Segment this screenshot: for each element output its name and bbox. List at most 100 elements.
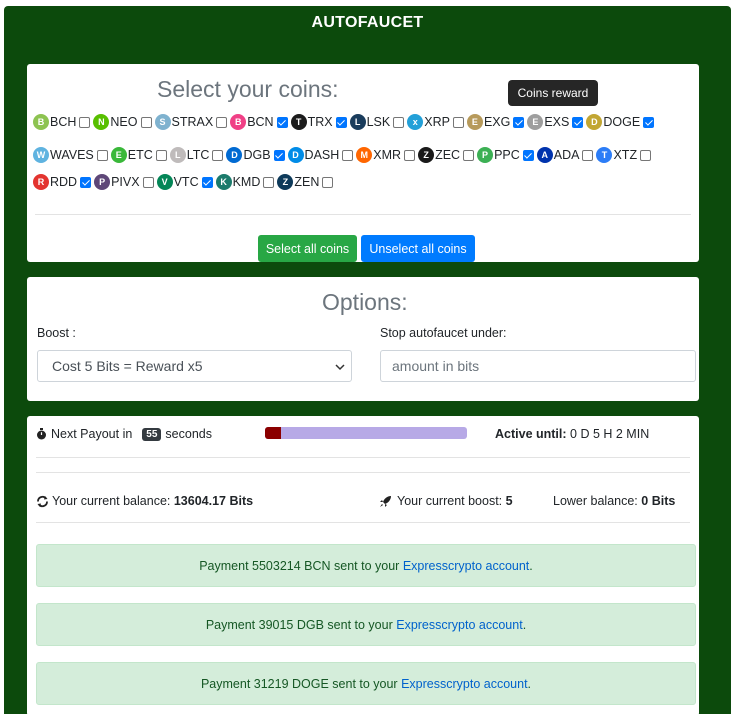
pivx-checkbox[interactable] [142,176,154,188]
xrp-checkbox[interactable] [452,116,464,128]
payment-text: Payment 31219 DOGE sent to your [200,676,398,691]
ppc-coin-icon: P [477,147,494,163]
coin-option-doge[interactable]: D DOGE [586,114,657,130]
dash-coin-icon: D [287,147,304,163]
coin-option-etc[interactable]: E ETC [110,147,170,163]
lower-balance: Lower balance: 0 Bits [553,494,675,508]
coin-option-lsk[interactable]: L LSK [349,114,408,130]
coin-option-ltc[interactable]: L LTC [169,147,227,163]
lsk-checkbox[interactable] [393,116,405,128]
ltc-checkbox[interactable] [212,149,224,161]
strax-checkbox[interactable] [216,116,228,128]
coin-option-dgb[interactable]: D DGB [226,147,287,163]
doge-checkbox[interactable] [643,116,655,128]
coin-label: ZEN [294,175,320,189]
coin-option-dash[interactable]: D DASH [287,147,357,163]
coin-option-bch[interactable]: B BCH [33,114,93,130]
coin-option-kmd[interactable]: K KMD [215,174,278,190]
coin-option-neo[interactable]: N NEO [93,114,154,130]
ada-checkbox[interactable] [582,149,594,161]
select-all-coins-button[interactable]: Select all coins [258,235,357,262]
expresscrypto-account-link[interactable]: Expresscrypto account [403,559,529,573]
bch-coin-icon: B [33,114,49,130]
exs-checkbox[interactable] [572,116,584,128]
coin-option-xtz[interactable]: T XTZ [596,147,654,163]
coin-label: ZEC [435,148,461,162]
coin-option-trx[interactable]: T TRX [290,114,350,130]
xmr-checkbox[interactable] [404,149,416,161]
coin-option-rdd[interactable]: R RDD [33,174,94,190]
lower-balance-label: Lower balance: [553,494,638,508]
coin-label: XTZ [613,148,638,162]
payment-alert: Payment 39015 DGB sent to your Expresscr… [36,603,696,646]
bch-checkbox[interactable] [79,116,91,128]
dash-checkbox[interactable] [342,149,354,161]
trx-coin-icon: T [290,114,307,130]
exg-checkbox[interactable] [513,116,525,128]
coin-option-bcn[interactable]: B BCN [230,114,290,130]
coin-label: BCN [247,115,274,129]
divider [36,522,690,523]
expresscrypto-account-link[interactable]: Expresscrypto account [396,618,522,632]
coin-option-zen[interactable]: Z ZEN [277,174,336,190]
coin-option-strax[interactable]: S STRAX [154,114,231,130]
trx-checkbox[interactable] [335,116,347,128]
etc-checkbox[interactable] [155,149,167,161]
coin-row: W WAVES E ETC L LTC D DGB D DASH M XMR Z ZEC P PPC A ADA T… [33,146,654,164]
coin-label: BCH [50,115,77,129]
coin-label: DOGE [603,115,641,129]
kmd-checkbox[interactable] [263,176,275,188]
lower-balance-value: 0 Bits [641,494,676,508]
waves-checkbox[interactable] [96,149,108,161]
ada-coin-icon: A [536,147,553,163]
coin-label: PIVX [111,175,140,189]
dgb-coin-icon: D [226,147,243,163]
coin-option-waves[interactable]: W WAVES [33,147,111,163]
seconds-label: seconds [165,427,212,441]
coin-label: LTC [186,148,210,162]
zen-coin-icon: Z [277,174,294,190]
coin-label: XMR [373,148,402,162]
coin-label: DASH [304,148,340,162]
coin-option-exg[interactable]: E EXG [466,114,527,130]
xtz-checkbox[interactable] [640,149,652,161]
expresscrypto-account-link[interactable]: Expresscrypto account [401,677,527,691]
waves-coin-icon: W [33,147,49,163]
coins-card: Select your coins: B BCH N NEO S STRAX B BCN T TR… [27,64,699,262]
coin-option-vtc[interactable]: V VTC [156,174,216,190]
coin-label: EXS [544,115,570,129]
app-title: AUTOFAUCET [311,14,424,31]
payment-text: Payment 5503214 BCN sent to your [199,558,400,573]
zec-coin-icon: Z [418,147,435,163]
vtc-checkbox[interactable] [201,176,213,188]
coin-option-xrp[interactable]: x XRP [407,114,467,130]
stop-amount-input[interactable]: amount in bits [380,350,696,382]
coin-option-ppc[interactable]: P PPC [477,147,537,163]
coin-label: STRAX [171,115,214,129]
unselect-all-coins-button[interactable]: Unselect all coins [361,235,475,262]
current-boost: Your current boost: 5 [379,494,513,508]
coin-row: R RDD P PIVX V VTC K KMD Z ZEN [33,173,336,191]
ppc-checkbox[interactable] [522,149,534,161]
exg-coin-icon: E [466,114,483,130]
coin-option-zec[interactable]: Z ZEC [418,147,477,163]
coin-option-pivx[interactable]: P PIVX [94,174,157,190]
dgb-checkbox[interactable] [273,149,285,161]
coin-label: VTC [173,175,199,189]
bcn-checkbox[interactable] [276,116,288,128]
zec-checkbox[interactable] [463,149,475,161]
chevron-down-icon [335,364,345,371]
boost-select[interactable]: Cost 5 Bits = Reward x5 [37,350,352,382]
coin-label: LSK [366,115,391,129]
next-payout: Next Payout in 55 seconds [36,427,212,441]
active-until-value: 0 D 5 H 2 MIN [570,427,650,441]
coin-option-ada[interactable]: A ADA [536,147,597,163]
coin-option-xmr[interactable]: M XMR [356,147,418,163]
coin-option-exs[interactable]: E EXS [527,114,586,130]
stop-amount-placeholder: amount in bits [392,358,480,374]
rdd-checkbox[interactable] [80,176,92,188]
seconds-badge: 55 [142,427,162,441]
strax-coin-icon: S [154,114,171,130]
zen-checkbox[interactable] [322,176,334,188]
neo-checkbox[interactable] [140,116,152,128]
